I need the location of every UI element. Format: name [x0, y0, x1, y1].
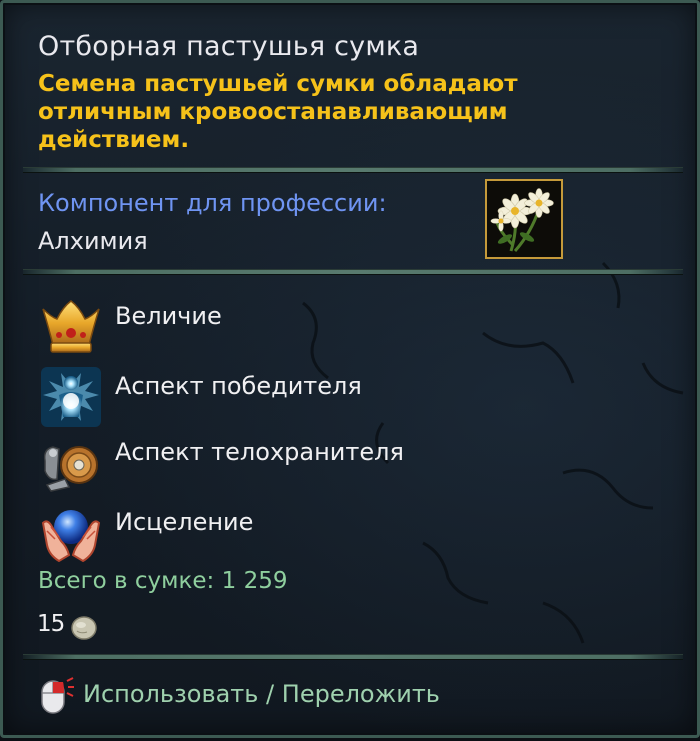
buff-row: Величие — [39, 295, 539, 361]
shield-arm-icon — [39, 431, 103, 495]
white-flower-icon — [485, 179, 563, 259]
buff-row: Аспект телохранителя — [39, 431, 539, 497]
divider — [23, 654, 683, 660]
coin-icon — [69, 613, 99, 643]
profession-value: Алхимия — [38, 227, 148, 255]
inventory-total: Всего в сумке: 1 259 — [38, 568, 288, 594]
profession-label: Компонент для профессии: — [38, 189, 387, 217]
divider — [23, 269, 683, 275]
crown-icon — [39, 295, 103, 359]
buff-label: Исцеление — [115, 508, 254, 536]
glowing-figure-icon — [39, 365, 103, 429]
item-tooltip: Отборная пастушья сумка Семена пастушьей… — [0, 0, 700, 738]
mouse-icon — [36, 675, 76, 717]
item-description: Семена пастушьей сумки обладают отличным… — [38, 71, 518, 153]
divider — [23, 167, 683, 173]
buff-label: Аспект победителя — [115, 372, 362, 400]
buff-label: Аспект телохранителя — [115, 438, 404, 466]
buff-label: Величие — [115, 302, 222, 330]
stack-count: 15 — [37, 611, 65, 637]
buff-row: Аспект победителя — [39, 365, 539, 431]
healing-hands-icon — [39, 501, 103, 565]
buff-row: Исцеление — [39, 501, 539, 567]
item-title: Отборная пастушья сумка — [38, 31, 420, 62]
use-move-action[interactable]: Использовать / Переложить — [83, 680, 440, 708]
